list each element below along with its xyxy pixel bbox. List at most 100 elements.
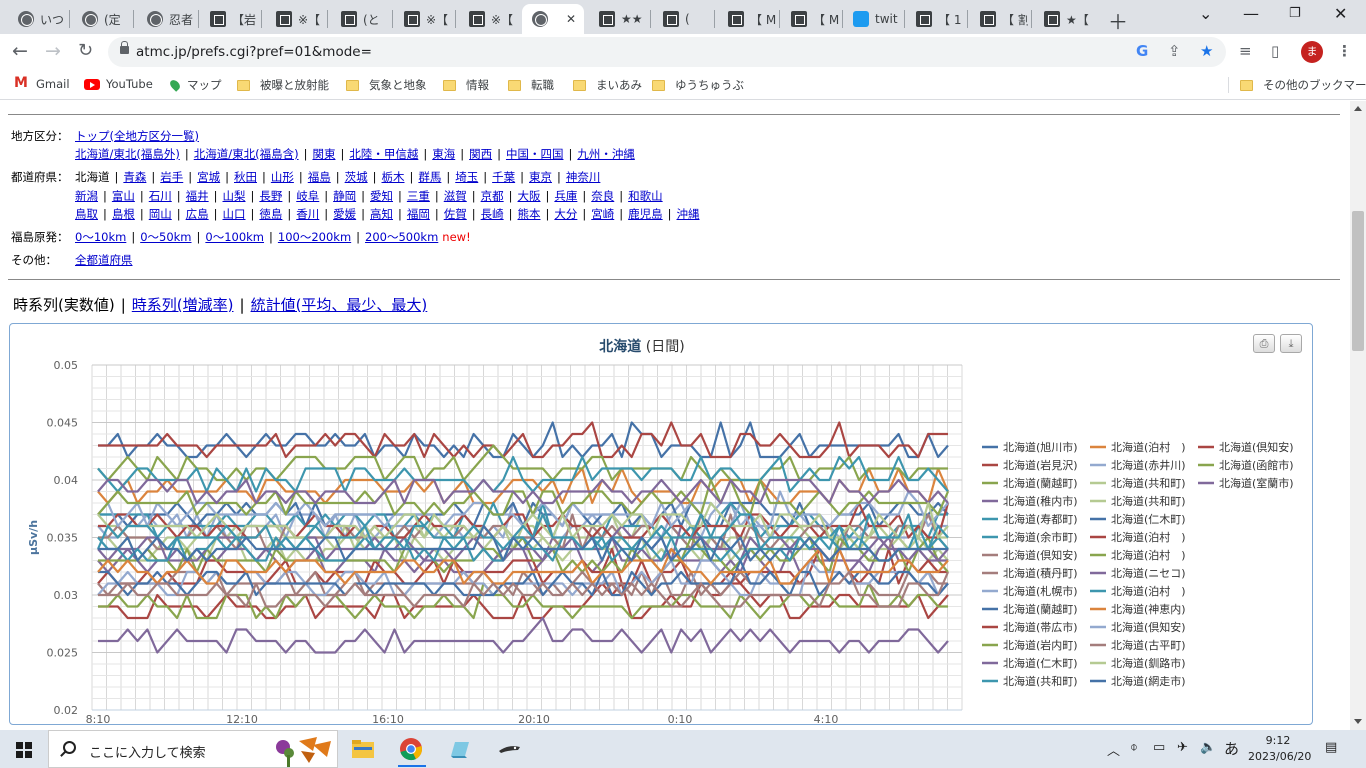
scroll-down-icon[interactable] <box>1354 719 1362 724</box>
region-link[interactable]: 東海 <box>432 147 455 161</box>
bookmark-item[interactable]: マップ <box>168 77 222 93</box>
browser-tab[interactable]: ★★ <box>589 4 647 34</box>
prefecture-link[interactable]: 京都 <box>481 189 504 203</box>
prefecture-link[interactable]: 福井 <box>186 189 209 203</box>
taskbar-search[interactable]: ここに入力して検索 <box>48 730 338 768</box>
close-tab-icon[interactable]: ✕ <box>566 12 576 26</box>
browser-tab[interactable]: 【 割 <box>970 4 1028 34</box>
region-link[interactable]: 九州・沖縄 <box>577 147 635 161</box>
fukushima-distance-link[interactable]: 0～10km <box>75 230 126 244</box>
prefecture-link[interactable]: 岐阜 <box>296 189 319 203</box>
all-prefectures-link[interactable]: 全都道府県 <box>75 253 133 267</box>
menu-icon[interactable]: ⋮ <box>1337 42 1352 60</box>
browser-tab[interactable]: ✕ <box>522 4 584 34</box>
browser-tab[interactable]: ( <box>653 4 711 34</box>
clock[interactable]: 9:12 2023/06/20 <box>1248 733 1311 765</box>
stats-view-link[interactable]: 統計値(平均、最少、最大) <box>251 296 428 314</box>
bookmark-item[interactable]: 情報 <box>443 77 489 93</box>
fukushima-distance-link[interactable]: 0～100km <box>205 230 264 244</box>
prefecture-link[interactable]: 愛媛 <box>333 207 356 221</box>
prefecture-link[interactable]: 岡山 <box>149 207 172 221</box>
prefecture-link[interactable]: 滋賀 <box>444 189 467 203</box>
notification-icon[interactable]: ▤ <box>1325 740 1337 755</box>
bookmark-item[interactable]: まいあみ <box>573 77 642 93</box>
prefecture-link[interactable]: 高知 <box>370 207 393 221</box>
prefecture-link[interactable]: 静岡 <box>333 189 356 203</box>
prefecture-link[interactable]: 岩手 <box>160 170 183 184</box>
other-bookmarks[interactable]: その他のブックマーク <box>1240 77 1366 93</box>
close-window-button[interactable]: ✕ <box>1334 4 1347 23</box>
prefecture-link[interactable]: 埼玉 <box>455 170 478 184</box>
ime-indicator[interactable]: あ <box>1224 738 1239 759</box>
side-panel-icon[interactable]: ▯ <box>1271 42 1279 60</box>
chrome-icon[interactable] <box>399 737 423 761</box>
region-link[interactable]: 関西 <box>469 147 492 161</box>
prefecture-link[interactable]: 山梨 <box>223 189 246 203</box>
bookmark-item[interactable]: 被曝と放射能 <box>237 77 329 93</box>
prefecture-link[interactable]: 新潟 <box>75 189 98 203</box>
prefecture-link[interactable]: 大分 <box>554 207 577 221</box>
prefecture-link[interactable]: 和歌山 <box>628 189 663 203</box>
region-link[interactable]: 関東 <box>312 147 335 161</box>
maximize-button[interactable]: ❐ <box>1289 6 1301 21</box>
prefecture-link[interactable]: 栃木 <box>382 170 405 184</box>
page-scrollbar[interactable] <box>1350 101 1366 730</box>
prefecture-link[interactable]: 福岡 <box>407 207 430 221</box>
volume-icon[interactable]: 🔈 <box>1200 740 1216 755</box>
windows-start-icon[interactable] <box>16 742 32 758</box>
prefecture-link[interactable]: 神奈川 <box>566 170 601 184</box>
forward-button[interactable]: → <box>45 40 61 62</box>
lock-icon[interactable] <box>120 41 129 54</box>
scroll-up-icon[interactable] <box>1354 106 1362 111</box>
prefecture-link[interactable]: 茨城 <box>345 170 368 184</box>
browser-tab[interactable]: (定 <box>72 4 130 34</box>
prefecture-link[interactable]: 千葉 <box>492 170 515 184</box>
app-icon[interactable] <box>497 738 521 760</box>
prefecture-link[interactable]: 香川 <box>296 207 319 221</box>
prefecture-link[interactable]: 山口 <box>223 207 246 221</box>
region-link[interactable]: 中国・四国 <box>506 147 564 161</box>
prefecture-link[interactable]: 島根 <box>112 207 135 221</box>
prefecture-link[interactable]: 鳥取 <box>75 207 98 221</box>
prefecture-link[interactable]: 山形 <box>271 170 294 184</box>
reading-list-icon[interactable]: ≡ <box>1239 42 1252 60</box>
bookmark-item[interactable]: Gmail <box>14 75 70 91</box>
browser-tab[interactable]: 忍者 <box>137 4 195 34</box>
prefecture-link[interactable]: 青森 <box>123 170 146 184</box>
app-icon[interactable] <box>448 738 472 760</box>
battery-icon[interactable]: ▭ <box>1153 740 1165 755</box>
prefecture-link[interactable]: 広島 <box>186 207 209 221</box>
minimize-button[interactable]: — <box>1243 4 1259 23</box>
prefecture-link[interactable]: 奈良 <box>591 189 614 203</box>
browser-tab[interactable]: 【 1 <box>906 4 964 34</box>
prefecture-link[interactable]: 宮城 <box>197 170 220 184</box>
meet-now-icon[interactable]: ⌽ <box>1130 740 1138 755</box>
prefecture-link[interactable]: 愛知 <box>370 189 393 203</box>
browser-tab[interactable]: ※【 <box>394 4 452 34</box>
prefecture-link[interactable]: 沖縄 <box>677 207 700 221</box>
airplane-mode-icon[interactable]: ✈ <box>1177 740 1188 755</box>
reload-button[interactable]: ↻ <box>78 40 93 61</box>
tray-overflow-icon[interactable]: ︿ <box>1107 740 1120 759</box>
prefecture-link[interactable]: 富山 <box>112 189 135 203</box>
browser-tab[interactable]: ※【 <box>459 4 517 34</box>
fukushima-distance-link[interactable]: 0～50km <box>140 230 191 244</box>
address-bar[interactable]: atmc.jp/prefs.cgi?pref=01&mode= G ⇪ ★ <box>108 37 1226 67</box>
back-button[interactable]: ← <box>12 40 28 62</box>
prefecture-link[interactable]: 兵庫 <box>554 189 577 203</box>
prefecture-link[interactable]: 熊本 <box>518 207 541 221</box>
bookmark-item[interactable]: YouTube <box>84 77 153 91</box>
share-icon[interactable]: ⇪ <box>1168 42 1181 60</box>
browser-tab[interactable]: 【 M <box>781 4 839 34</box>
prefecture-link[interactable]: 長崎 <box>481 207 504 221</box>
google-translate-icon[interactable]: G <box>1136 42 1148 60</box>
new-tab-button[interactable]: ＋ <box>1108 6 1128 35</box>
browser-tab[interactable]: ※【 <box>266 4 324 34</box>
browser-tab[interactable]: いつ <box>8 4 66 34</box>
prefecture-link[interactable]: 長野 <box>259 189 282 203</box>
prefecture-link[interactable]: 福島 <box>308 170 331 184</box>
bookmark-item[interactable]: 転職 <box>508 77 554 93</box>
browser-tab[interactable]: (と <box>331 4 389 34</box>
prefecture-link[interactable]: 鹿児島 <box>628 207 663 221</box>
bookmark-star-icon[interactable]: ★ <box>1200 42 1213 60</box>
